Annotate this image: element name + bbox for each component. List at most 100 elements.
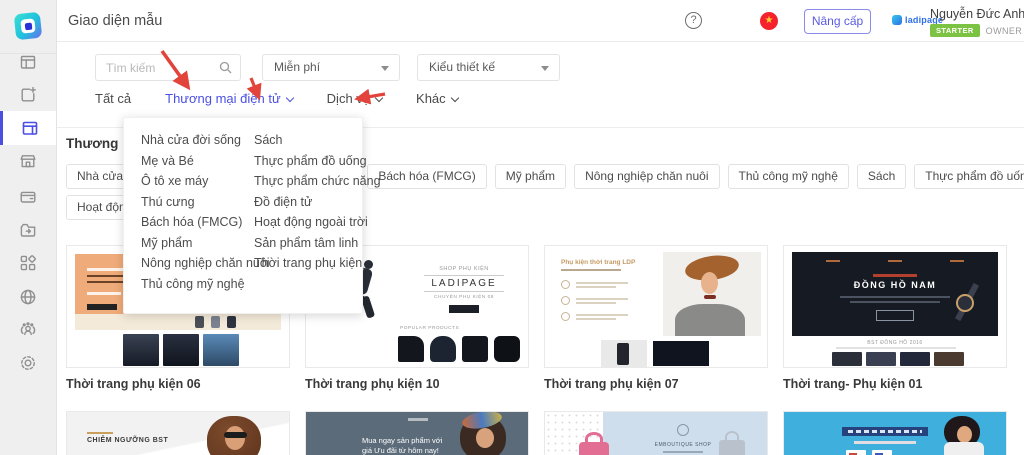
- dropdown-item[interactable]: Thời trang phụ kiện: [254, 256, 381, 270]
- template-card[interactable]: ĐỒNG HỒ NAM BST ĐỒNG HỒ 2016 Thời trang-…: [783, 245, 1007, 391]
- dropdown-item[interactable]: Mỹ phẩm: [141, 236, 270, 250]
- sidebar-item-apps[interactable]: [0, 246, 56, 279]
- plan-badge: STARTER: [930, 24, 980, 37]
- templates-icon: [20, 118, 40, 138]
- tab-service[interactable]: Dịch vụ: [327, 91, 382, 106]
- domain-icon: [18, 287, 38, 307]
- help-icon[interactable]: ?: [685, 12, 702, 29]
- sidebar-item-pages[interactable]: [0, 45, 56, 78]
- app-window: Giao diện mẫu ? ★ Nâng cấp ladipage Nguy…: [0, 0, 1024, 455]
- preview-headline: CHIÊM NGƯỠNG BST: [87, 437, 168, 444]
- preview-headline: Phụ kiện thời trang LDP: [561, 259, 651, 266]
- dropdown-item[interactable]: Nông nghiệp chăn nuôi: [141, 256, 270, 270]
- upgrade-button[interactable]: Nâng cấp: [804, 9, 871, 34]
- tab-ecommerce[interactable]: Thương mại điện tử: [165, 91, 293, 106]
- template-name: Thời trang phụ kiện 06: [66, 377, 290, 391]
- sidebar-item-create-page[interactable]: [0, 78, 56, 111]
- tab-other[interactable]: Khác: [416, 91, 458, 106]
- template-name: Thời trang phụ kiện 07: [544, 377, 768, 391]
- design-type-value: Kiểu thiết kế: [429, 60, 495, 74]
- template-thumbnail: ĐỒNG HỒ NAM BST ĐỒNG HỒ 2016: [783, 245, 1007, 368]
- sidebar-item-settings[interactable]: [0, 346, 56, 379]
- chevron-down-icon: [285, 94, 293, 102]
- preview-brand: EMBOUTIQUE SHOP: [635, 442, 731, 448]
- search-icon: [219, 61, 232, 74]
- user-role: OWNER: [986, 26, 1023, 36]
- apps-icon: [18, 253, 38, 273]
- chip[interactable]: Thủ công mỹ nghệ: [728, 164, 849, 189]
- ladipage-logo-icon: [14, 12, 43, 41]
- chevron-down-icon: [450, 94, 458, 102]
- template-name: Thời trang phụ kiện 10: [305, 377, 529, 391]
- caret-down-icon: [541, 66, 549, 71]
- settings-icon: [18, 353, 38, 373]
- category-tabs: Tất cả Thương mại điện tử Dịch vụ Khác: [95, 91, 458, 106]
- team-icon: [18, 320, 38, 340]
- page-title: Giao diện mẫu: [68, 13, 162, 29]
- preview-kicker: SHOP PHỤ KIỆN: [418, 266, 510, 272]
- sidebar-item-templates[interactable]: [0, 111, 56, 145]
- preview-subtitle: CHUYÊN PHỤ KIỆN 08: [418, 295, 510, 300]
- preview-line2: giá Ưu đãi từ hôm nay!: [362, 446, 439, 455]
- chip[interactable]: Bách hóa (FMCG): [367, 164, 486, 189]
- design-type-select[interactable]: Kiểu thiết kế: [417, 54, 560, 81]
- dropdown-item[interactable]: Bách hóa (FMCG): [141, 215, 270, 229]
- sidebar-item-checkout[interactable]: [0, 180, 56, 213]
- create-page-icon: [18, 85, 38, 105]
- chip[interactable]: Nông nghiệp chăn nuôi: [574, 164, 719, 189]
- sidebar-item-funnel[interactable]: [0, 213, 56, 246]
- dropdown-item[interactable]: Thực phẩm chức năng: [254, 174, 381, 188]
- dropdown-item[interactable]: Sách: [254, 133, 381, 147]
- user-name: Nguyễn Đức Anh: [930, 7, 1024, 21]
- store-icon: [18, 151, 38, 171]
- price-filter-value: Miễn phí: [274, 60, 320, 74]
- dropdown-item[interactable]: Hoạt động ngoài trời: [254, 215, 381, 229]
- user-menu[interactable]: Nguyễn Đức Anh STARTER OWNER: [930, 7, 1024, 37]
- dropdown-item[interactable]: Thú cưng: [141, 195, 270, 209]
- template-thumbnail: Mua ngay sản phẩm với giá Ưu đãi từ hôm …: [305, 411, 529, 455]
- preview-line1: Mua ngay sản phẩm với: [362, 436, 442, 445]
- dropdown-item[interactable]: Sản phẩm tâm linh: [254, 236, 381, 250]
- template-card[interactable]: CHIÊM NGƯỠNG BST: [66, 411, 290, 455]
- preview-products-label: POPULAR PRODUCTS: [400, 326, 459, 331]
- template-grid-row-2: CHIÊM NGƯỠNG BST Mua ngay sản phẩm với g…: [66, 411, 1007, 455]
- template-thumbnail: CHIÊM NGƯỠNG BST: [66, 411, 290, 455]
- ecommerce-category-dropdown: Nhà cửa đời sống Mẹ và Bé Ô tô xe máy Th…: [123, 117, 363, 314]
- dropdown-item[interactable]: Đồ điện tử: [254, 195, 381, 209]
- dropdown-item[interactable]: Nhà cửa đời sống: [141, 133, 270, 147]
- template-card[interactable]: Mua ngay sản phẩm với giá Ưu đãi từ hôm …: [305, 411, 529, 455]
- dropdown-column-2: Sách Thực phẩm đồ uống Thực phẩm chức nă…: [254, 133, 381, 277]
- template-thumbnail: EMBOUTIQUE SHOP: [544, 411, 768, 455]
- tab-all[interactable]: Tất cả: [95, 91, 131, 106]
- caret-down-icon: [381, 66, 389, 71]
- chip[interactable]: Thực phẩm đồ uống: [914, 164, 1024, 189]
- template-thumbnail: Phụ kiện thời trang LDP: [544, 245, 768, 368]
- dropdown-item[interactable]: Thực phẩm đồ uống: [254, 154, 381, 168]
- template-name: Thời trang- Phụ kiện 01: [783, 377, 1007, 391]
- chevron-down-icon: [375, 94, 383, 102]
- price-filter-select[interactable]: Miễn phí: [262, 54, 400, 81]
- chip[interactable]: Sách: [857, 164, 906, 189]
- template-card[interactable]: EMBOUTIQUE SHOP: [544, 411, 768, 455]
- sidebar-item-store[interactable]: [0, 144, 56, 177]
- sidebar-item-team[interactable]: [0, 313, 56, 346]
- preview-headline: ĐỒNG HỒ NAM: [792, 280, 998, 290]
- search-input[interactable]: [106, 56, 216, 79]
- preview-brand: LADIPAGE: [424, 275, 504, 292]
- funnel-icon: [18, 220, 38, 240]
- ladipage-brand-icon: [892, 15, 902, 25]
- template-card[interactable]: Phụ kiện thời trang LDP Thời trang phụ k…: [544, 245, 768, 391]
- preview-footer: BST ĐỒNG HỒ 2016: [784, 340, 1006, 346]
- dropdown-item[interactable]: Mẹ và Bé: [141, 154, 270, 168]
- sidebar-item-domain[interactable]: [0, 280, 56, 313]
- dropdown-column-1: Nhà cửa đời sống Mẹ và Bé Ô tô xe máy Th…: [141, 133, 270, 297]
- dropdown-item[interactable]: Ô tô xe máy: [141, 174, 270, 188]
- template-card[interactable]: [783, 411, 1007, 455]
- chip[interactable]: Mỹ phẩm: [495, 164, 566, 189]
- search-box: [95, 54, 241, 81]
- hot-star-icon[interactable]: ★: [760, 12, 778, 30]
- dropdown-item[interactable]: Thủ công mỹ nghệ: [141, 277, 270, 291]
- sidebar: [0, 0, 57, 455]
- checkout-icon: [18, 187, 38, 207]
- top-header: Giao diện mẫu ? ★ Nâng cấp ladipage Nguy…: [57, 0, 1024, 42]
